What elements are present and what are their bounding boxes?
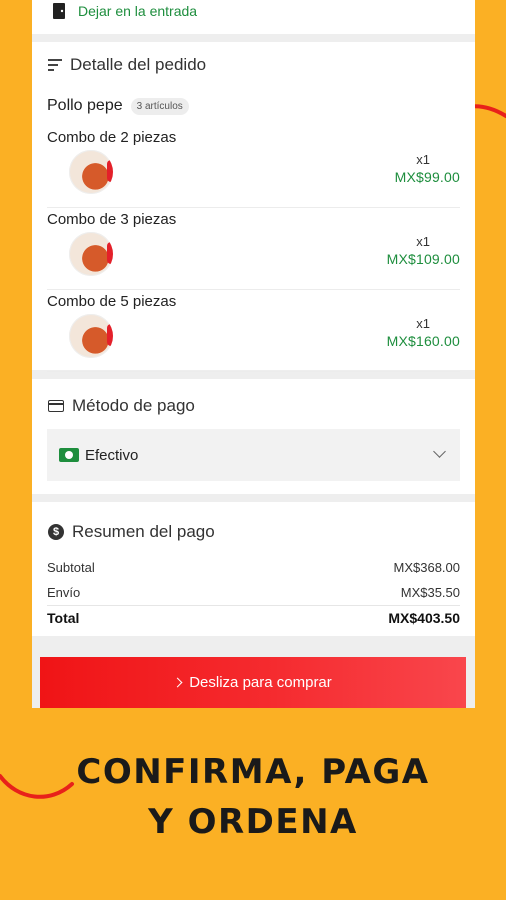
chevron-right-icon — [172, 677, 183, 688]
promo-headline-line2: Y ORDENA — [148, 802, 358, 842]
order-detail-header: Detalle del pedido — [48, 55, 206, 75]
dollar-circle-icon: $ — [48, 524, 64, 540]
payment-summary-header: $ Resumen del pago — [48, 522, 215, 542]
order-detail-title: Detalle del pedido — [70, 55, 207, 74]
phone-screen: Dejar en la entrada Detalle del pedido P… — [32, 0, 475, 708]
delivery-instruction-row[interactable]: Dejar en la entrada — [52, 3, 197, 19]
list-icon — [48, 59, 62, 71]
payment-method-header: Método de pago — [48, 396, 195, 416]
item-name: Combo de 5 piezas — [47, 293, 177, 310]
item-quantity: x1 — [416, 316, 430, 331]
item-quantity: x1 — [416, 234, 430, 249]
credit-card-icon — [48, 400, 64, 412]
order-item: Combo de 3 piezas x1 MX$109.00 — [47, 208, 460, 290]
summary-value: MX$403.50 — [388, 610, 460, 626]
summary-row-total: Total MX$403.50 — [47, 605, 460, 626]
item-name: Combo de 2 piezas — [47, 129, 177, 146]
summary-value: MX$368.00 — [393, 560, 461, 575]
slide-to-buy-label: Desliza para comprar — [189, 674, 332, 691]
payment-method-title: Método de pago — [72, 396, 195, 415]
order-detail-card: Detalle del pedido Pollo pepe 3 artículo… — [32, 42, 475, 372]
item-image — [69, 232, 113, 276]
payment-method-card: Método de pago Efectivo — [32, 379, 475, 494]
payment-summary-card: $ Resumen del pago Subtotal MX$368.00 En… — [32, 502, 475, 636]
items-count-badge: 3 artículos — [130, 97, 189, 115]
item-image — [69, 314, 113, 358]
item-image — [69, 150, 113, 194]
item-price: MX$109.00 — [386, 251, 460, 267]
summary-row-subtotal: Subtotal MX$368.00 — [47, 560, 460, 575]
payment-method-value: Efectivo — [85, 446, 139, 464]
delivery-instruction-text: Dejar en la entrada — [78, 3, 198, 19]
summary-label: Subtotal — [47, 560, 95, 575]
cash-icon — [59, 448, 79, 462]
summary-row-shipping: Envío MX$35.50 — [47, 585, 460, 600]
door-icon — [53, 3, 65, 19]
order-item: Combo de 2 piezas x1 MX$99.00 — [47, 126, 460, 208]
delivery-instructions-card: Dejar en la entrada — [32, 0, 475, 34]
payment-method-select[interactable]: Efectivo — [47, 429, 460, 481]
chevron-down-icon — [433, 445, 446, 458]
payment-summary-title: Resumen del pago — [72, 522, 215, 541]
item-price: MX$160.00 — [386, 333, 460, 349]
summary-value: MX$35.50 — [400, 585, 460, 600]
restaurant-row: Pollo pepe 3 artículos — [47, 97, 189, 115]
item-price: MX$99.00 — [394, 169, 460, 185]
item-name: Combo de 3 piezas — [47, 211, 177, 228]
slide-to-buy-button[interactable]: Desliza para comprar — [40, 657, 466, 708]
summary-label: Envío — [47, 585, 81, 600]
promo-headline-line1: CONFIRMA, PAGA — [76, 752, 430, 792]
summary-label: Total — [47, 610, 80, 626]
order-item: Combo de 5 piezas x1 MX$160.00 — [47, 290, 460, 372]
restaurant-name: Pollo pepe — [47, 97, 123, 114]
item-quantity: x1 — [416, 152, 430, 167]
